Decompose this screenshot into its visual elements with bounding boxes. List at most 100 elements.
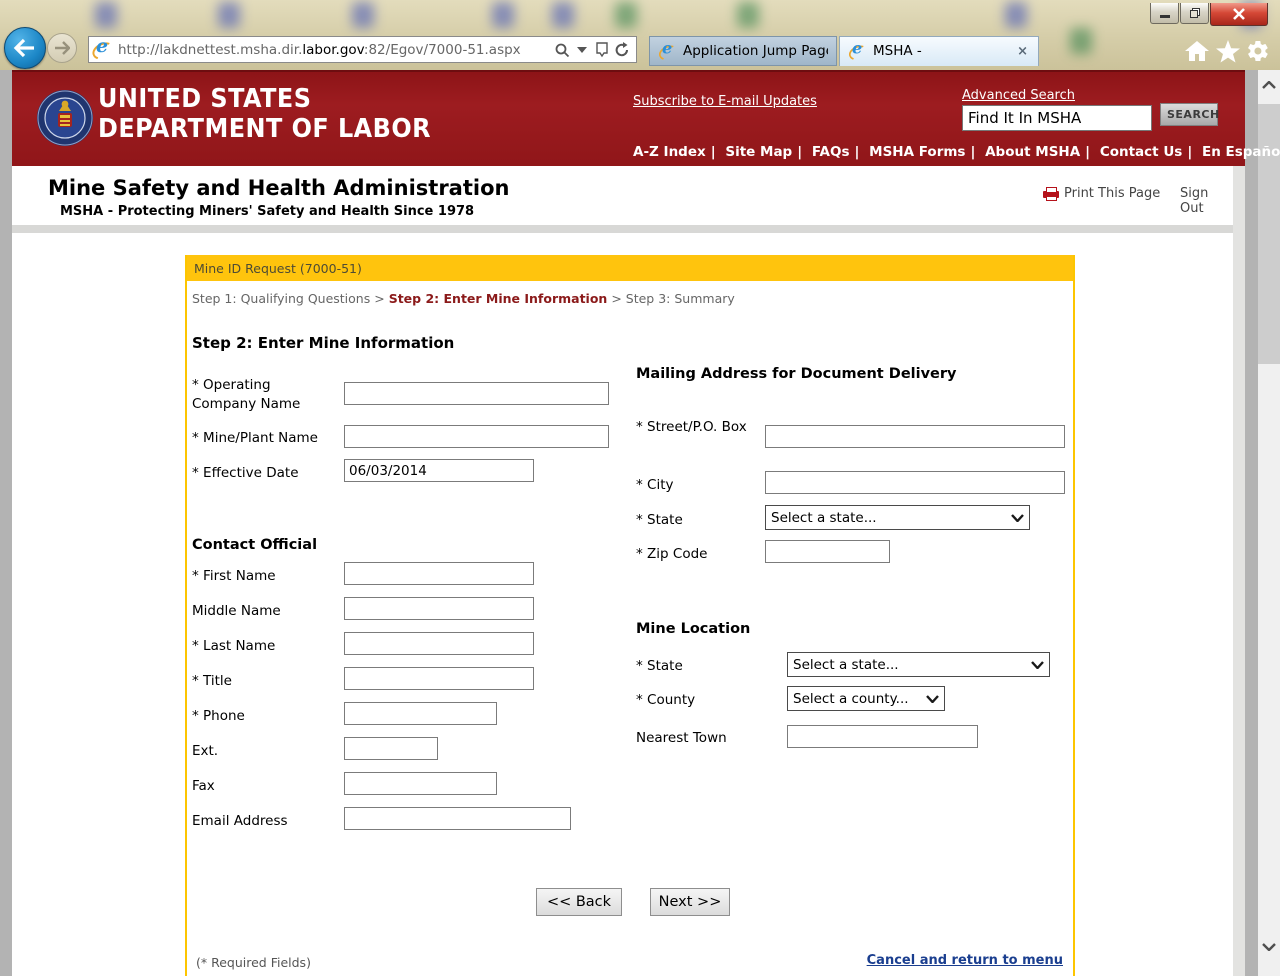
url-text[interactable]: http://lakdnettest.msha.dir.labor.gov:82… <box>118 42 552 58</box>
title-input[interactable] <box>344 667 534 690</box>
back-button[interactable] <box>4 27 46 69</box>
advanced-search-link[interactable]: Advanced Search <box>962 88 1075 103</box>
ext-label: Ext. <box>192 742 218 761</box>
restore-button[interactable] <box>1180 3 1209 24</box>
agency-wordmark: UNITED STATES DEPARTMENT OF LABOR <box>98 84 431 144</box>
county-select[interactable]: Select a county... <box>787 686 945 711</box>
nearest-town-label: Nearest Town <box>636 729 727 748</box>
desktop-icon-blur <box>737 2 759 28</box>
compatibility-view-icon[interactable] <box>592 38 612 62</box>
nav-az-index[interactable]: A-Z Index <box>633 144 706 160</box>
nav-separator: | <box>970 144 975 160</box>
mine-plant-name-input[interactable] <box>344 425 609 448</box>
chevron-down-icon <box>926 695 939 703</box>
nearest-town-input[interactable] <box>787 725 978 748</box>
mine-location-heading: Mine Location <box>636 621 750 637</box>
subscribe-link[interactable]: Subscribe to E-mail Updates <box>633 94 817 109</box>
next-step-button[interactable]: Next >> <box>650 888 730 916</box>
agency-line1: UNITED STATES <box>98 84 431 114</box>
cancel-return-link[interactable]: Cancel and return to menu <box>867 953 1063 968</box>
tab-close-icon[interactable]: × <box>1015 44 1030 59</box>
required-fields-note: (* Required Fields) <box>196 955 311 970</box>
browser-window: e http://lakdnettest.msha.dir.labor.gov:… <box>0 0 1280 976</box>
desktop-icon-blur <box>552 2 574 28</box>
tab-label: Application Jump Page <box>683 42 828 61</box>
nav-contact-us[interactable]: Contact Us <box>1100 144 1183 160</box>
fax-input[interactable] <box>344 772 497 795</box>
tab-label: MSHA - <box>873 42 1015 61</box>
tab-msha[interactable]: e MSHA - × <box>839 36 1039 66</box>
minimize-button[interactable] <box>1150 3 1179 24</box>
minimize-icon <box>1159 8 1171 18</box>
printer-icon <box>1043 187 1059 201</box>
agency-line2: DEPARTMENT OF LABOR <box>98 114 431 144</box>
nav-separator: | <box>1187 144 1192 160</box>
email-input[interactable] <box>344 807 571 830</box>
chevron-down-icon <box>1011 514 1024 522</box>
restore-icon <box>1189 7 1201 19</box>
forward-button[interactable] <box>47 33 77 63</box>
mine-id-request-form: Mine ID Request (7000-51) Step 1: Qualif… <box>185 255 1075 976</box>
title-label: * Title <box>192 672 232 691</box>
breadcrumb-separator: > <box>611 291 621 306</box>
location-state-select[interactable]: Select a state... <box>787 652 1050 677</box>
sign-out-link[interactable]: Sign Out <box>1180 186 1233 216</box>
county-selected: Select a county... <box>793 691 909 707</box>
nav-about-msha[interactable]: About MSHA <box>985 144 1080 160</box>
search-button[interactable]: SEARCH <box>1160 103 1218 126</box>
nav-msha-forms[interactable]: MSHA Forms <box>869 144 965 160</box>
first-name-input[interactable] <box>344 562 534 585</box>
nav-separator: | <box>855 144 860 160</box>
city-input[interactable] <box>765 471 1065 494</box>
operating-company-input[interactable] <box>344 382 609 405</box>
scroll-down-button[interactable] <box>1258 934 1280 960</box>
refresh-icon[interactable] <box>612 38 632 62</box>
tab-application-jump-page[interactable]: e Application Jump Page <box>649 36 837 66</box>
email-label: Email Address <box>192 812 288 831</box>
last-name-input[interactable] <box>344 632 534 655</box>
scrollbar-thumb[interactable] <box>1258 104 1280 364</box>
nav-separator: | <box>797 144 802 160</box>
desktop-icon-blur <box>615 2 637 28</box>
favorites-button[interactable] <box>1214 38 1242 64</box>
breadcrumb-step3: Step 3: Summary <box>626 291 735 306</box>
gear-icon <box>1246 39 1270 63</box>
mailing-state-select[interactable]: Select a state... <box>765 505 1030 530</box>
search-input[interactable] <box>962 105 1152 131</box>
nav-en-espanol[interactable]: En Español <box>1202 144 1280 160</box>
address-dropdown-icon[interactable] <box>572 38 592 62</box>
effective-date-label: * Effective Date <box>192 464 342 483</box>
close-icon <box>1232 8 1246 20</box>
street-input[interactable] <box>765 425 1065 448</box>
tools-button[interactable] <box>1244 38 1272 64</box>
middle-name-input[interactable] <box>344 597 534 620</box>
ie-tab-icon: e <box>659 43 675 59</box>
phone-input[interactable] <box>344 702 497 725</box>
page-tagline: MSHA - Protecting Miners' Safety and Hea… <box>60 204 474 219</box>
forward-arrow-icon <box>54 41 70 55</box>
contact-official-heading: Contact Official <box>192 537 317 553</box>
desktop-icon-blur <box>1070 28 1092 54</box>
location-state-selected: Select a state... <box>793 657 899 673</box>
breadcrumb-step2: Step 2: Enter Mine Information <box>389 291 608 306</box>
home-icon <box>1184 39 1210 63</box>
print-page-link[interactable]: Print This Page <box>1064 186 1160 201</box>
nav-separator: | <box>711 144 716 160</box>
city-label: * City <box>636 476 674 495</box>
star-icon <box>1215 39 1241 63</box>
nav-faqs[interactable]: FAQs <box>812 144 850 160</box>
breadcrumb-step1[interactable]: Step 1: Qualifying Questions <box>192 291 370 306</box>
home-button[interactable] <box>1183 38 1211 64</box>
band-divider <box>12 225 1233 233</box>
address-bar[interactable]: e http://lakdnettest.msha.dir.labor.gov:… <box>88 36 637 63</box>
scroll-up-button[interactable] <box>1258 72 1280 98</box>
nav-site-map[interactable]: Site Map <box>725 144 792 160</box>
ext-input[interactable] <box>344 737 438 760</box>
fax-label: Fax <box>192 777 215 796</box>
zip-code-input[interactable] <box>765 540 890 563</box>
effective-date-input[interactable] <box>344 459 534 482</box>
close-button[interactable] <box>1210 3 1268 26</box>
back-step-button[interactable]: << Back <box>536 888 622 916</box>
search-icon[interactable] <box>552 38 572 62</box>
first-name-label: * First Name <box>192 567 276 586</box>
